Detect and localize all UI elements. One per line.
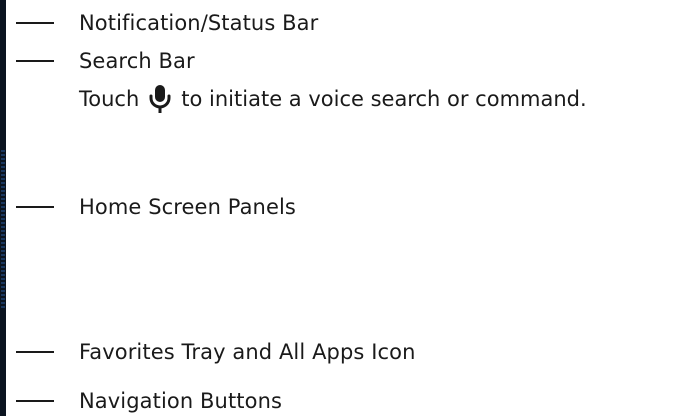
leader-line (16, 22, 54, 24)
leader-line (16, 60, 54, 62)
voice-search-note: Touch to initiate a voice search or comm… (79, 82, 587, 116)
note-text-before: Touch (79, 87, 140, 111)
leader-line (16, 351, 54, 353)
callout-navigation-buttons: Navigation Buttons (8, 386, 685, 416)
callout-search-bar: Search Bar (8, 46, 685, 76)
callout-label: Search Bar (79, 49, 195, 73)
device-edge (0, 0, 6, 416)
callout-label: Navigation Buttons (79, 389, 283, 413)
callout-notification-status-bar: Notification/Status Bar (8, 8, 685, 38)
leader-line (16, 206, 54, 208)
callout-label: Home Screen Panels (79, 195, 296, 219)
leader-line (16, 400, 54, 402)
callout-favorites-tray: Favorites Tray and All Apps Icon (8, 337, 685, 367)
callout-label: Favorites Tray and All Apps Icon (79, 340, 416, 364)
device-screen-texture (1, 150, 5, 310)
microphone-icon (149, 85, 171, 113)
callout-home-screen-panels: Home Screen Panels (8, 192, 685, 222)
note-text-after: to initiate a voice search or command. (181, 87, 587, 111)
callout-label: Notification/Status Bar (79, 11, 319, 35)
